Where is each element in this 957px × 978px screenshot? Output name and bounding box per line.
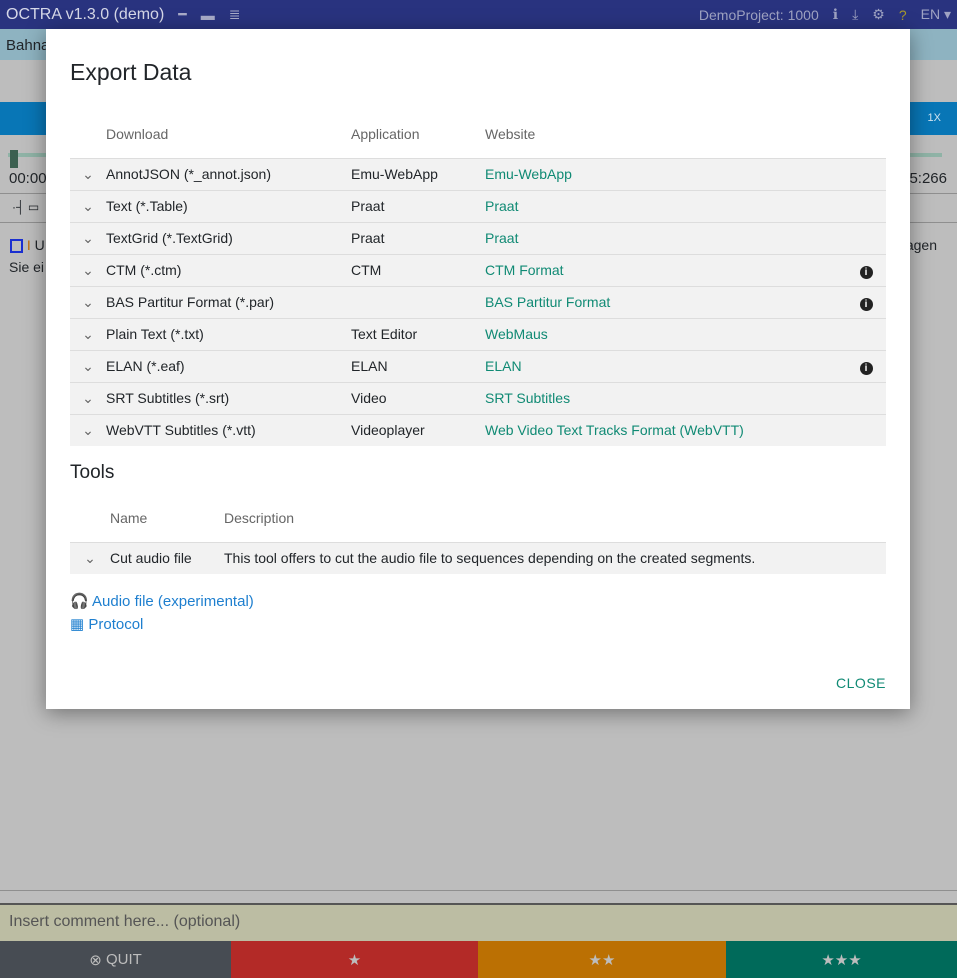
export-row[interactable]: ⌄ CTM (*.ctm) CTM CTM Format i (70, 253, 886, 286)
chevron-down-icon[interactable]: ⌄ (70, 381, 106, 414)
info-icon[interactable]: i (859, 361, 873, 375)
segment-line: I U (10, 237, 45, 254)
audio-file-link[interactable]: 🎧 Audio file (experimental) (70, 592, 886, 610)
app-title: OCTRA v1.3.0 (demo) (6, 5, 165, 23)
download-format[interactable]: CTM (*.ctm) (106, 253, 351, 286)
col-website: Website (485, 125, 536, 142)
tools-title: Tools (70, 462, 115, 483)
speed-label[interactable]: 1X (928, 112, 941, 124)
export-row[interactable]: ⌄ ELAN (*.eaf) ELAN ELAN i (70, 349, 886, 382)
col-description: Description (224, 509, 295, 526)
tool-description: This tool offers to cut the audio file t… (224, 541, 886, 574)
toolbar-icons[interactable]: ·┤ ▭ (12, 200, 39, 214)
export-row[interactable]: ⌄ Plain Text (*.txt) Text Editor WebMaus (70, 317, 886, 350)
application: Emu-WebApp (351, 157, 485, 190)
col-name: Name (110, 509, 148, 526)
download-format[interactable]: TextGrid (*.TextGrid) (106, 221, 351, 254)
chevron-down-icon[interactable]: ⌄ (70, 349, 106, 382)
top-navbar: OCTRA v1.3.0 (demo) ━ ▬ ≣ DemoProject: 1… (0, 0, 957, 29)
export-row[interactable]: ⌄ BAS Partitur Format (*.par) BAS Partit… (70, 285, 886, 318)
segment-text-right: agen (905, 237, 937, 253)
rating-one-star-button[interactable]: ★ (231, 941, 478, 978)
quit-button[interactable]: ⊗ QUIT (0, 941, 231, 978)
window-icon[interactable]: ▬ (201, 7, 215, 23)
chevron-down-icon[interactable]: ⌄ (70, 253, 106, 286)
col-download: Download (106, 125, 169, 142)
chevron-down-icon[interactable]: ⌄ (70, 285, 106, 318)
tool-row[interactable]: ⌄ Cut audio file This tool offers to cut… (70, 541, 886, 574)
time-end: 5:266 (909, 170, 947, 187)
rating-two-star-button[interactable]: ★★ (478, 941, 726, 978)
help-icon[interactable]: ? (899, 7, 907, 23)
star-icon: ★ (347, 951, 362, 969)
download-format[interactable]: Text (*.Table) (106, 189, 351, 222)
chevron-down-icon[interactable]: ⌄ (70, 317, 106, 350)
application: Text Editor (351, 317, 485, 350)
application (351, 285, 485, 318)
chevron-down-icon[interactable]: ⌄ (70, 189, 106, 222)
website-link[interactable]: Web Video Text Tracks Format (WebVTT) (485, 422, 744, 438)
export-row[interactable]: ⌄ SRT Subtitles (*.srt) Video SRT Subtit… (70, 381, 886, 414)
application: CTM (351, 253, 485, 286)
table-icon: ▦ (70, 616, 85, 633)
star-icon: ★★ (588, 951, 616, 969)
download-icon[interactable]: ⤓ (852, 6, 858, 23)
segment-text: Sie ei (9, 259, 45, 275)
website-link[interactable]: Praat (485, 198, 518, 214)
chevron-down-icon[interactable]: ⌄ (70, 221, 106, 254)
website-link[interactable]: CTM Format (485, 262, 564, 278)
download-format[interactable]: AnnotJSON (*_annot.json) (106, 157, 351, 190)
time-start: 00:00 (9, 170, 47, 187)
protocol-link[interactable]: ▦ Protocol (70, 615, 886, 633)
info-bar-text: Bahna (6, 37, 50, 54)
list-icon[interactable]: ≣ (229, 6, 241, 23)
download-format[interactable]: Plain Text (*.txt) (106, 317, 351, 350)
download-format[interactable]: WebVTT Subtitles (*.vtt) (106, 413, 351, 446)
col-application: Application (351, 125, 420, 142)
website-link[interactable]: Emu-WebApp (485, 166, 572, 182)
gear-icon[interactable]: ⚙ (872, 6, 885, 23)
comment-input[interactable]: Insert comment here... (optional) (0, 903, 957, 941)
download-format[interactable]: SRT Subtitles (*.srt) (106, 381, 351, 414)
tool-name: Cut audio file (110, 541, 224, 574)
export-row[interactable]: ⌄ WebVTT Subtitles (*.vtt) Videoplayer W… (70, 413, 886, 446)
export-row[interactable]: ⌄ AnnotJSON (*_annot.json) Emu-WebApp Em… (70, 157, 886, 190)
download-format[interactable]: ELAN (*.eaf) (106, 349, 351, 382)
export-table: Download Application Website ⌄ AnnotJSON… (70, 110, 886, 446)
chevron-down-icon[interactable]: ⌄ (70, 157, 106, 190)
info-icon[interactable]: i (859, 265, 873, 279)
close-circle-icon: ⊗ (89, 951, 102, 969)
modal-title: Export Data (70, 59, 192, 85)
rating-three-star-button[interactable]: ★★★ (726, 941, 957, 978)
website-link[interactable]: BAS Partitur Format (485, 294, 610, 310)
star-icon: ★★★ (821, 951, 862, 969)
chevron-down-icon[interactable]: ⌄ (70, 413, 106, 446)
language-dropdown[interactable]: EN ▾ (921, 6, 951, 23)
chevron-down-icon[interactable]: ⌄ (70, 541, 110, 574)
info-icon[interactable]: i (859, 297, 873, 311)
application: Videoplayer (351, 413, 485, 446)
export-row[interactable]: ⌄ Text (*.Table) Praat Praat (70, 189, 886, 222)
export-row[interactable]: ⌄ TextGrid (*.TextGrid) Praat Praat (70, 221, 886, 254)
download-format[interactable]: BAS Partitur Format (*.par) (106, 285, 351, 318)
tools-table: Name Description ⌄ Cut audio file This to… (70, 494, 886, 574)
website-link[interactable]: WebMaus (485, 326, 548, 342)
project-name: DemoProject: 1000 (698, 6, 819, 23)
close-button[interactable]: CLOSE (836, 675, 886, 691)
export-modal: Export Data Download Application Website… (46, 29, 910, 709)
application: Praat (351, 221, 485, 254)
website-link[interactable]: SRT Subtitles (485, 390, 570, 406)
info-icon[interactable]: ℹ (833, 6, 838, 23)
application: ELAN (351, 349, 485, 382)
application: Praat (351, 189, 485, 222)
website-link[interactable]: Praat (485, 230, 518, 246)
headphones-icon: 🎧 (70, 593, 89, 610)
website-link[interactable]: ELAN (485, 358, 522, 374)
minus-icon[interactable]: ━ (178, 6, 186, 23)
application: Video (351, 381, 485, 414)
